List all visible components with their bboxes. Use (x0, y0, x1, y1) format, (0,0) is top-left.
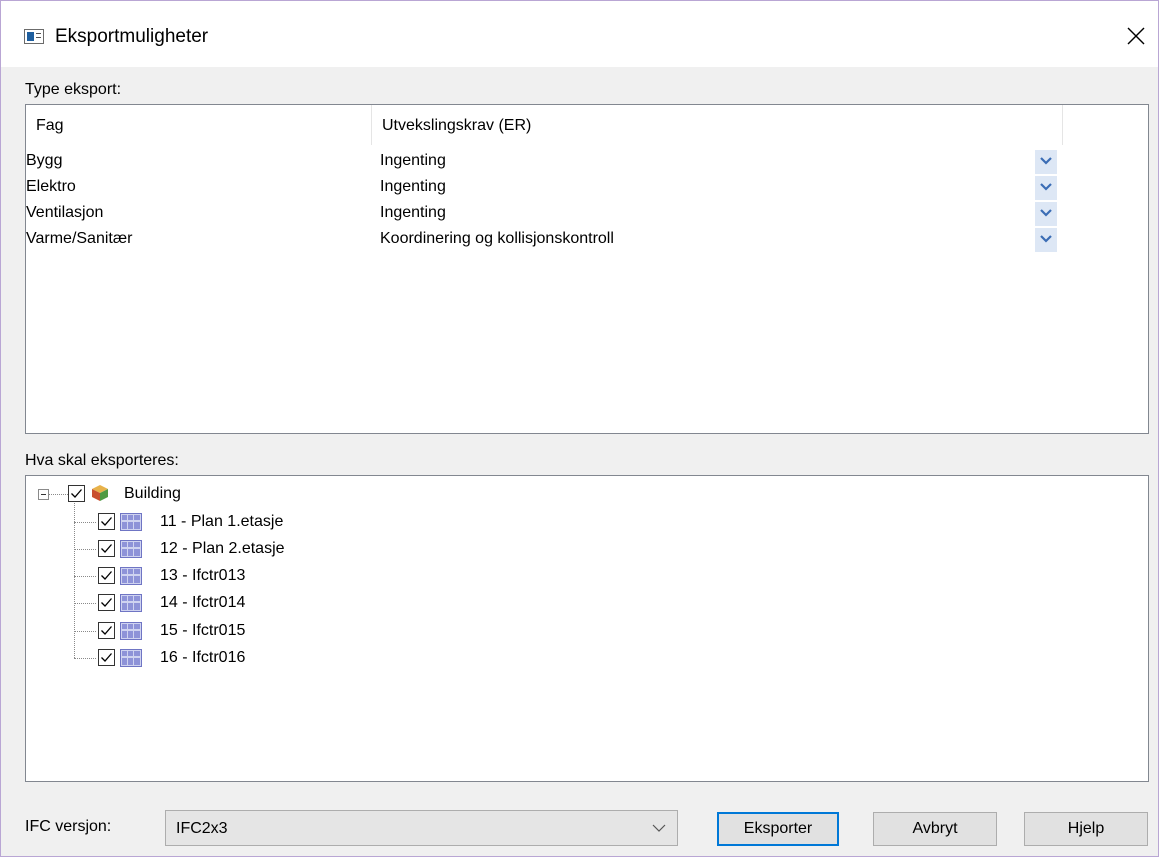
requirement-dropdown-button[interactable] (1035, 176, 1057, 200)
floor-plan-icon (120, 540, 142, 558)
tree-node-label[interactable]: 14 - Ifctr014 (160, 594, 245, 612)
export-type-grid: Fag Utvekslingskrav (ER) Bygg Ingenting … (25, 104, 1149, 434)
window-title: Eksportmuligheter (55, 26, 209, 47)
export-options-dialog: Eksportmuligheter Type eksport: Fag Utve… (0, 0, 1159, 857)
floor-plan-icon (120, 567, 142, 585)
chevron-down-icon (1040, 157, 1052, 165)
column-header-discipline[interactable]: Fag (36, 117, 64, 135)
close-button[interactable] (1119, 21, 1153, 51)
help-button[interactable]: Hjelp (1024, 812, 1148, 846)
grid-row[interactable]: Ventilasjon Ingenting (26, 201, 1063, 227)
requirement-dropdown-button[interactable] (1035, 228, 1057, 252)
check-icon (101, 653, 112, 662)
tree-node-label[interactable]: Building (124, 485, 181, 503)
requirement-dropdown-button[interactable] (1035, 202, 1057, 226)
tree-checkbox-floor[interactable] (98, 513, 115, 530)
building-icon (92, 485, 108, 501)
requirement-cell[interactable]: Ingenting (380, 178, 446, 196)
requirement-cell[interactable]: Ingenting (380, 152, 446, 170)
tree-node-label[interactable]: 15 - Ifctr015 (160, 622, 245, 640)
chevron-down-icon (652, 824, 666, 832)
discipline-cell: Ventilasjon (26, 204, 104, 221)
what-to-export-label: Hva skal eksporteres: (25, 452, 179, 469)
tree-connector (74, 631, 96, 632)
tree-connector (74, 549, 96, 550)
export-type-label: Type eksport: (25, 81, 122, 98)
tree-checkbox-floor[interactable] (98, 649, 115, 666)
discipline-cell: Varme/Sanitær (26, 230, 133, 247)
title-bar: Eksportmuligheter (1, 1, 1158, 67)
tree-connector (74, 522, 96, 523)
tree-connector (74, 603, 96, 604)
floor-plan-icon (120, 594, 142, 612)
tree-checkbox-floor[interactable] (98, 540, 115, 557)
grid-row[interactable]: Bygg Ingenting (26, 149, 1063, 175)
discipline-cell: Elektro (26, 178, 76, 195)
tree-node-label[interactable]: 16 - Ifctr016 (160, 649, 245, 667)
export-button[interactable]: Eksporter (717, 812, 839, 846)
grid-header: Fag Utvekslingskrav (ER) (26, 105, 1063, 145)
tree-checkbox-floor[interactable] (98, 594, 115, 611)
floor-plan-icon (120, 513, 142, 531)
requirement-cell[interactable]: Ingenting (380, 204, 446, 222)
cancel-button[interactable]: Avbryt (873, 812, 997, 846)
floor-plan-icon (120, 622, 142, 640)
requirement-cell[interactable]: Koordinering og kollisjonskontroll (380, 230, 614, 248)
tree-node-label[interactable]: 13 - Ifctr013 (160, 567, 245, 585)
tree-node-label[interactable]: 11 - Plan 1.etasje (160, 513, 283, 531)
requirement-dropdown-button[interactable] (1035, 150, 1057, 174)
export-tree: Building 11 - Plan 1.etasje 12 - Plan 2.… (25, 475, 1149, 782)
column-separator[interactable] (1062, 105, 1063, 145)
tree-connector (74, 503, 75, 658)
tree-connector (74, 658, 96, 659)
tree-connector (74, 576, 96, 577)
floor-plan-icon (120, 649, 142, 667)
column-separator[interactable] (371, 105, 372, 145)
check-icon (101, 544, 112, 553)
check-icon (101, 517, 112, 526)
tree-connector (49, 494, 68, 495)
check-icon (71, 489, 82, 498)
check-icon (101, 571, 112, 580)
ifc-version-value: IFC2x3 (176, 820, 228, 837)
tree-node-label[interactable]: 12 - Plan 2.etasje (160, 540, 285, 558)
app-window-icon (24, 29, 44, 44)
tree-checkbox-building[interactable] (68, 485, 85, 502)
close-icon (1127, 27, 1145, 45)
grid-row[interactable]: Varme/Sanitær Koordinering og kollisjons… (26, 227, 1063, 253)
chevron-down-icon (1040, 235, 1052, 243)
tree-expander-collapse[interactable] (38, 489, 49, 500)
check-icon (101, 598, 112, 607)
tree-checkbox-floor[interactable] (98, 622, 115, 639)
ifc-version-select[interactable]: IFC2x3 (165, 810, 678, 846)
column-header-requirement[interactable]: Utvekslingskrav (ER) (382, 117, 531, 135)
tree-checkbox-floor[interactable] (98, 567, 115, 584)
check-icon (101, 626, 112, 635)
discipline-cell: Bygg (26, 152, 63, 169)
ifc-version-label: IFC versjon: (25, 818, 112, 835)
chevron-down-icon (1040, 209, 1052, 217)
chevron-down-icon (1040, 183, 1052, 191)
grid-row[interactable]: Elektro Ingenting (26, 175, 1063, 201)
